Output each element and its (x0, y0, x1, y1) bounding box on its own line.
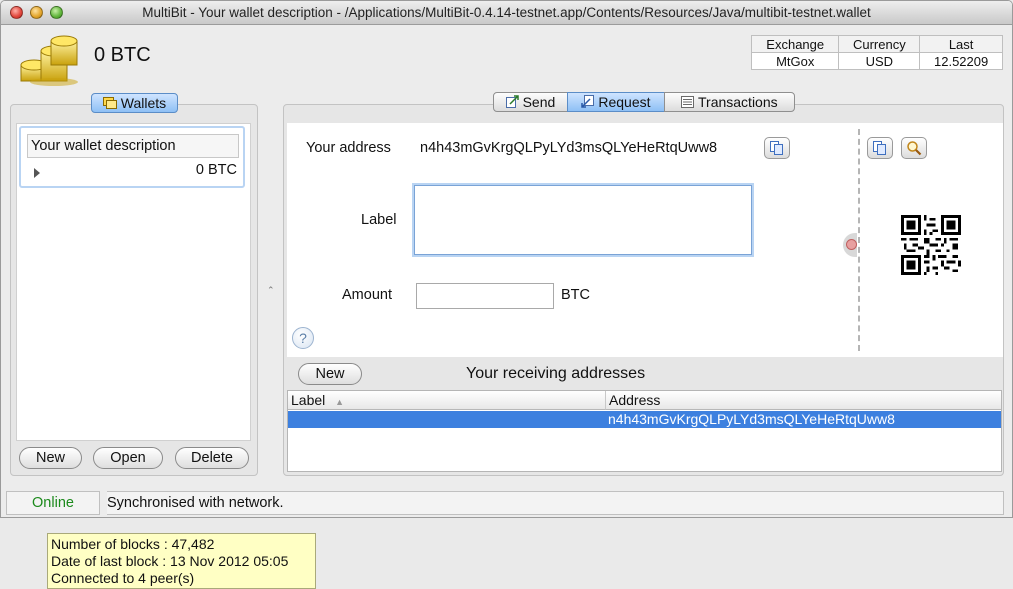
ticker-currency[interactable]: USD (838, 52, 921, 70)
wallet-list[interactable]: Your wallet description 0 BTC (16, 123, 251, 441)
column-header-label[interactable]: Label ▲ (288, 391, 606, 410)
exchange-ticker: Exchange Currency Last MtGox USD 12.5220… (750, 35, 1003, 70)
tooltip-blocks: Number of blocks : 47,482 (51, 536, 215, 552)
amount-unit: BTC (561, 287, 590, 303)
tab-request[interactable]: Request (567, 92, 665, 112)
wallets-tab-label: Wallets (120, 95, 167, 111)
tab-transactions-label: Transactions (698, 94, 778, 110)
main-window: MultiBit - Your wallet description - /Ap… (0, 0, 1013, 518)
balance-header: 0 BTC Exchange Currency Last MtGox USD 1… (1, 26, 1012, 94)
transactions-icon (681, 96, 695, 108)
coins-icon (20, 35, 78, 86)
online-status[interactable]: Online (6, 491, 100, 515)
receiving-addresses-table[interactable]: Label ▲ Address n4h43mGvKrgQLPyLYd3msQLY… (287, 390, 1002, 472)
amount-field[interactable] (416, 283, 554, 309)
title-bar[interactable]: MultiBit - Your wallet description - /Ap… (1, 1, 1012, 25)
column-header-address[interactable]: Address (606, 391, 1001, 410)
your-address-value[interactable]: n4h43mGvKrgQLPyLYd3msQLYeHeRtqUww8 (420, 140, 717, 156)
help-icon: ? (299, 330, 307, 346)
delete-wallet-button[interactable]: Delete (175, 447, 249, 469)
help-button[interactable]: ? (292, 327, 314, 349)
your-address-label: Your address (306, 140, 391, 156)
column-label-text: Label (291, 392, 326, 408)
copy-icon (770, 141, 783, 155)
tab-send-label: Send (522, 94, 556, 110)
zoom-qr-button[interactable] (901, 137, 927, 159)
amount-label: Amount (342, 287, 392, 303)
copy-address-button[interactable] (764, 137, 790, 159)
row-address-cell[interactable]: n4h43mGvKrgQLPyLYd3msQLYeHeRtqUww8 (608, 411, 895, 428)
tab-request-label: Request (598, 94, 651, 110)
new-address-button[interactable]: New (298, 363, 362, 385)
ticker-exchange[interactable]: MtGox (750, 52, 840, 70)
wallet-card[interactable]: Your wallet description 0 BTC (19, 126, 245, 188)
wallet-card-balance: 0 BTC (195, 162, 237, 178)
wallet-balance: 0 BTC (94, 44, 151, 66)
status-bar: Online Synchronised with network. (1, 488, 1012, 517)
ticker-header-last: Last (919, 35, 1003, 53)
split-pane-divider[interactable]: ⌃ (267, 285, 275, 296)
sync-status: Synchronised with network. (107, 491, 1004, 515)
expand-arrow-icon[interactable] (34, 168, 40, 178)
magnifier-icon (907, 141, 922, 156)
new-wallet-button[interactable]: New (19, 447, 82, 469)
wallets-icon (102, 97, 117, 109)
column-address-text: Address (609, 392, 661, 408)
label-field[interactable] (414, 185, 752, 255)
request-icon (581, 95, 595, 108)
open-wallet-button[interactable]: Open (93, 447, 163, 469)
table-row[interactable]: n4h43mGvKrgQLPyLYd3msQLYeHeRtqUww8 (288, 411, 1001, 428)
tooltip-last-block: Date of last block : 13 Nov 2012 05:05 (51, 553, 289, 569)
window-title: MultiBit - Your wallet description - /Ap… (142, 5, 871, 20)
wallet-description[interactable]: Your wallet description (27, 134, 239, 158)
send-icon (505, 95, 519, 108)
zoom-window-button[interactable] (50, 6, 63, 19)
tab-send[interactable]: Send (493, 92, 568, 112)
copy-qr-button[interactable] (867, 137, 893, 159)
close-window-button[interactable] (10, 6, 23, 19)
ticker-header-currency: Currency (838, 35, 921, 53)
qr-code-image[interactable] (901, 215, 961, 275)
qr-divider (858, 129, 860, 351)
tab-transactions[interactable]: Transactions (664, 92, 795, 112)
ticker-last: 12.52209 (919, 52, 1003, 70)
ticker-header-exchange: Exchange (750, 35, 840, 53)
receiving-addresses-title: Your receiving addresses (466, 365, 646, 382)
tooltip-peers: Connected to 4 peer(s) (51, 570, 195, 586)
copy-qr-icon (873, 141, 886, 155)
label-field-label: Label (361, 212, 397, 228)
wallets-tab[interactable]: Wallets (91, 93, 178, 113)
collapse-icon (846, 239, 857, 250)
minimize-window-button[interactable] (30, 6, 43, 19)
network-tooltip: Number of blocks : 47,482 Date of last b… (47, 533, 316, 589)
sort-ascending-icon: ▲ (335, 397, 345, 407)
